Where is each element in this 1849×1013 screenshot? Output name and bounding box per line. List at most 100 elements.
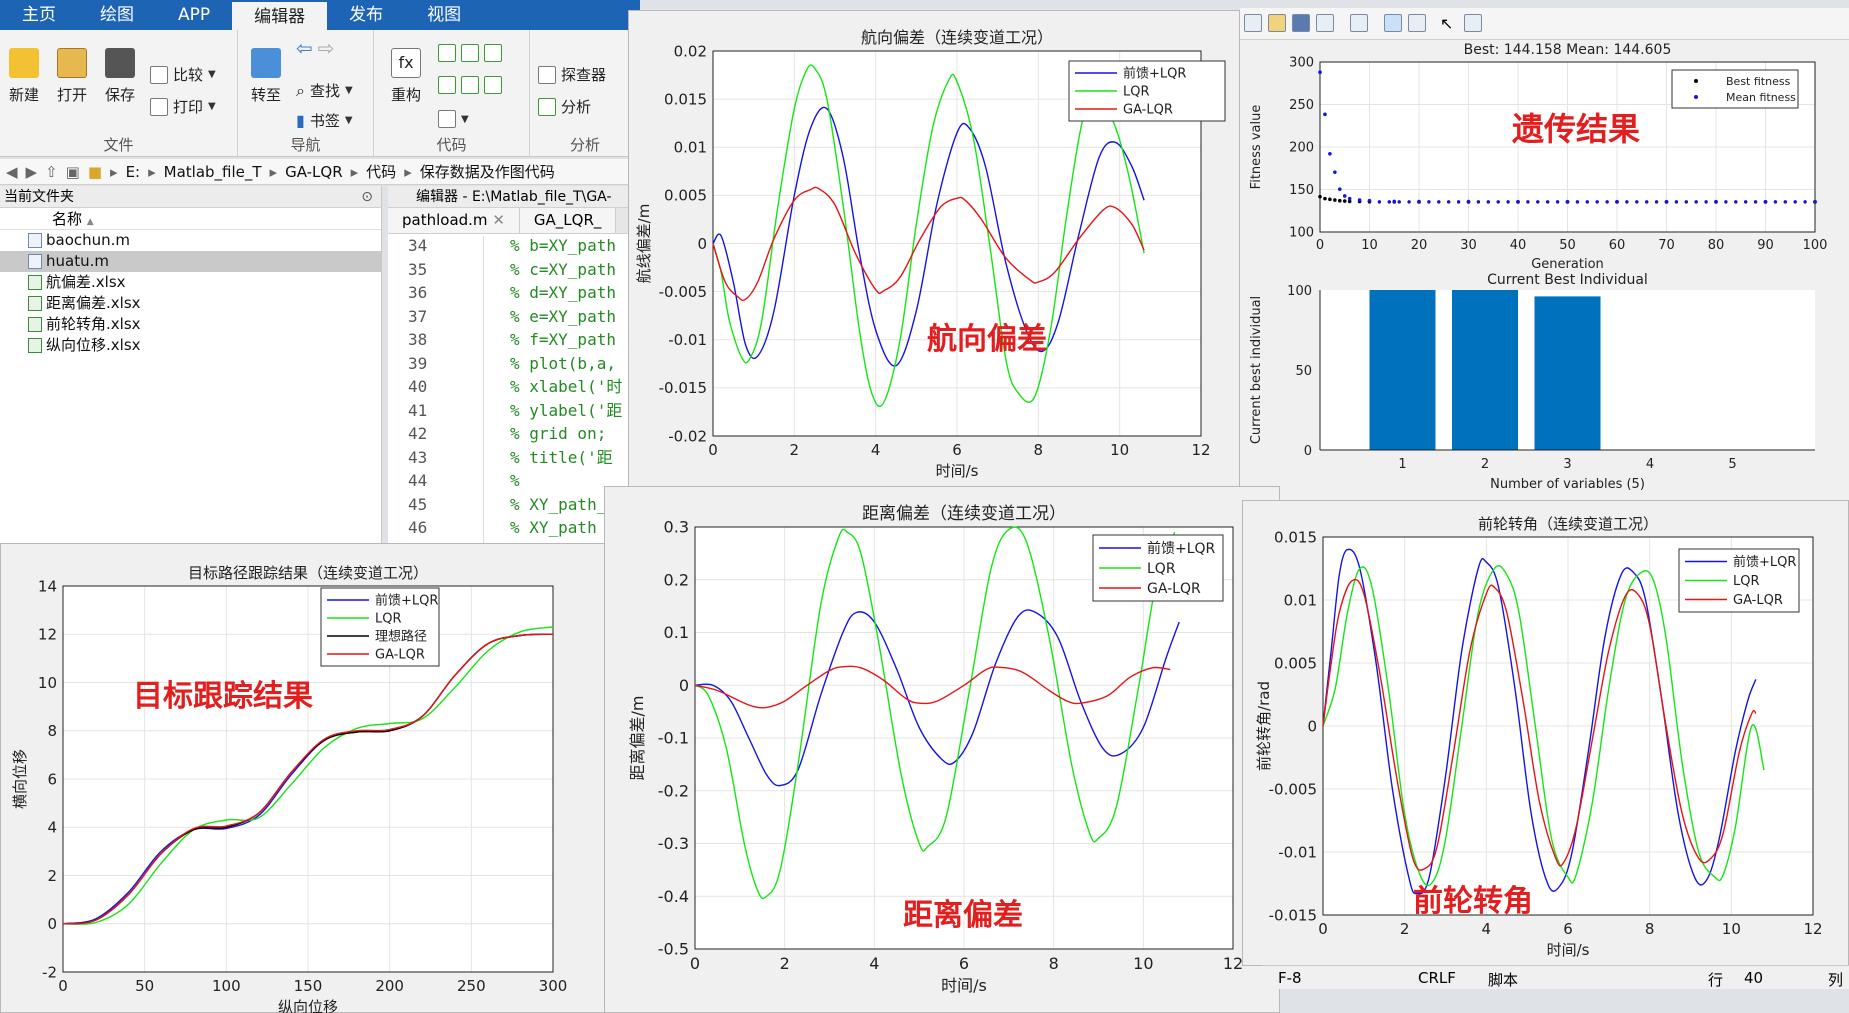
- print-figure-icon[interactable]: [1316, 14, 1334, 32]
- file-list-item[interactable]: 距离偏差.xlsx: [0, 293, 381, 314]
- property-editor-icon[interactable]: [1464, 14, 1482, 32]
- bar: [1452, 290, 1518, 450]
- back-forward-buttons[interactable]: ⇦ ⇨: [296, 36, 335, 60]
- code-line[interactable]: 38 % f=XY_path: [388, 328, 648, 352]
- file-list-item[interactable]: 纵向位移.xlsx: [0, 335, 381, 356]
- file-list-item[interactable]: 前轮转角.xlsx: [0, 314, 381, 335]
- save-figure-icon[interactable]: [1292, 14, 1310, 32]
- file-list-item[interactable]: baochun.m: [0, 230, 381, 251]
- arrow-left-icon[interactable]: ◀: [6, 163, 18, 181]
- y-tick-label: -0.005: [659, 283, 707, 301]
- code-line[interactable]: 43 % title('距: [388, 446, 648, 470]
- code-line[interactable]: 35 % c=XY_path: [388, 258, 648, 282]
- figure-ga-result[interactable]: 0 10 20 30 40 50 60 70 80 90 100 100 150 200 250 300 Bes…: [1240, 40, 1849, 500]
- new-button[interactable]: 新建: [2, 48, 46, 105]
- code-line[interactable]: 36 % d=XY_path: [388, 281, 648, 305]
- y-tick-label: -0.3: [658, 834, 689, 853]
- ribbon: 新建 打开 保存 比较 ▼ 打印 ▼ 文件 转至 ⇦ ⇨ ⌕ 查找 ▼ ▮ 书签…: [0, 30, 640, 157]
- analyze-button[interactable]: 分析: [538, 96, 591, 117]
- bookmark-button[interactable]: ▮ 书签 ▼: [296, 110, 353, 131]
- colorbar-icon[interactable]: [1384, 14, 1402, 32]
- code-line[interactable]: 34 % b=XY_path: [388, 234, 648, 258]
- find-button[interactable]: ⌕ 查找 ▼: [296, 80, 353, 101]
- figure-steering-angle[interactable]: 0 2 4 6 8 10 12 -0.015 -0.01 -0.005 0 0.005 0.01 0.01…: [1242, 500, 1849, 966]
- code-tools-row2[interactable]: [438, 76, 502, 94]
- path-segment[interactable]: 保存数据及作图代码: [420, 161, 555, 182]
- code-line[interactable]: 41 % ylabel('距: [388, 399, 648, 423]
- legend-icon[interactable]: [1408, 14, 1426, 32]
- data-point: [1427, 200, 1431, 204]
- insert-function-button[interactable]: ▼: [438, 110, 469, 128]
- line-number: 42: [408, 424, 428, 443]
- data-point: [1655, 200, 1659, 204]
- comment-icon[interactable]: [438, 44, 456, 62]
- legend: 前馈+LQR LQR GA-LQR: [1092, 534, 1224, 602]
- x-tick-label: 100: [212, 977, 241, 995]
- open-label: 打开: [56, 86, 87, 104]
- x-tick-label: 4: [1482, 920, 1492, 938]
- print-button[interactable]: 打印 ▼: [150, 96, 216, 117]
- close-icon[interactable]: ✕: [492, 211, 505, 229]
- name-column-header[interactable]: 名称 ▲: [0, 208, 381, 230]
- editor-tab[interactable]: GA_LQR_: [519, 208, 617, 233]
- file-list-item[interactable]: huatu.m: [0, 251, 381, 272]
- explorer-button[interactable]: 探查器: [538, 64, 606, 85]
- goto-button[interactable]: 转至: [244, 48, 288, 105]
- tab-view[interactable]: 视图: [405, 0, 483, 30]
- line-number: 35: [408, 259, 428, 279]
- path-segment[interactable]: 代码: [366, 161, 396, 182]
- data-point: [1377, 200, 1381, 204]
- path-segment[interactable]: GA-LQR: [285, 163, 343, 181]
- pointer-icon[interactable]: ↖: [1440, 14, 1458, 33]
- path-segment[interactable]: E:: [126, 163, 141, 181]
- tab-editor[interactable]: 编辑器: [232, 0, 328, 30]
- code-line[interactable]: 39 % plot(b,a,: [388, 352, 648, 376]
- save-button[interactable]: 保存: [98, 48, 142, 105]
- code-tools-row1[interactable]: [438, 44, 502, 62]
- code-text: % d=XY_path: [510, 283, 616, 302]
- arrow-left-icon[interactable]: ⇦: [296, 36, 313, 60]
- figure-path-tracking[interactable]: 0 50 100 150 200 250 300 -2 0 2 4 6 8 10 12 14 目标路径跟踪结果（…: [0, 543, 610, 1013]
- data-point: [1704, 200, 1708, 204]
- find-label: 查找: [309, 82, 340, 100]
- compare-button[interactable]: 比较 ▼: [150, 64, 216, 85]
- refactor-button[interactable]: fx 重构: [384, 48, 428, 105]
- tab-publish[interactable]: 发布: [327, 0, 405, 30]
- figure-distance-error[interactable]: 0 2 4 6 8 10 12 -0.5 -0.4 -0.3 -0.2 -0.1 0 0.1 0.2 0.3 距…: [604, 486, 1280, 1013]
- figure-heading-error[interactable]: 0 2 4 6 8 10 12 -0.02 -0.015 -0.01 -0.005 0 0.005 0.0…: [628, 10, 1240, 488]
- editor-tab[interactable]: pathload.m ✕: [388, 208, 520, 233]
- code-line[interactable]: 40 % xlabel('时: [388, 375, 648, 399]
- folder-up-icon[interactable]: ⇧: [45, 163, 58, 181]
- open-button[interactable]: 打开: [50, 48, 94, 105]
- goto-label: 转至: [250, 86, 281, 104]
- smart-indent-icon[interactable]: [438, 76, 456, 94]
- data-point: [1585, 200, 1589, 204]
- arrow-right-icon[interactable]: ▶: [26, 163, 38, 181]
- wrap-comment-icon[interactable]: [484, 44, 502, 62]
- new-figure-icon[interactable]: [1244, 14, 1262, 32]
- data-point: [1526, 200, 1530, 204]
- link-plot-icon[interactable]: [1350, 14, 1368, 32]
- code-text: % XY_path: [510, 518, 597, 537]
- code-line[interactable]: 37 % e=XY_path: [388, 305, 648, 329]
- open-file-icon[interactable]: [1268, 14, 1286, 32]
- arrow-right-icon[interactable]: ⇨: [318, 36, 335, 60]
- panel-menu-icon[interactable]: ⊙: [361, 186, 373, 208]
- path-segment[interactable]: Matlab_file_T: [164, 163, 262, 181]
- increase-indent-icon[interactable]: [484, 76, 502, 94]
- uncomment-icon[interactable]: [461, 44, 479, 62]
- data-point: [1496, 200, 1500, 204]
- address-bar[interactable]: ◀ ▶ ⇧ ▣ ■ ▸ E: ▸ Matlab_file_T ▸ GA-LQR …: [0, 159, 640, 185]
- code-line[interactable]: 42 % grid on;: [388, 422, 648, 446]
- file-list-item[interactable]: 航偏差.xlsx: [0, 272, 381, 293]
- bar-chart-svg: 1 2 3 4 5050100Current Best IndividualNumber…: [1249, 272, 1815, 492]
- navigate-group-label: 导航: [290, 136, 321, 154]
- path-separator: ▸: [148, 162, 156, 181]
- browse-folder-icon[interactable]: ▣: [66, 163, 80, 181]
- tab-apps[interactable]: APP: [156, 0, 232, 30]
- tab-home[interactable]: 主页: [0, 0, 78, 30]
- decrease-indent-icon[interactable]: [461, 76, 479, 94]
- tab-plots[interactable]: 绘图: [78, 0, 156, 30]
- chart-title: 航向偏差（连续变道工况）: [861, 28, 1053, 47]
- data-point: [1803, 200, 1807, 204]
